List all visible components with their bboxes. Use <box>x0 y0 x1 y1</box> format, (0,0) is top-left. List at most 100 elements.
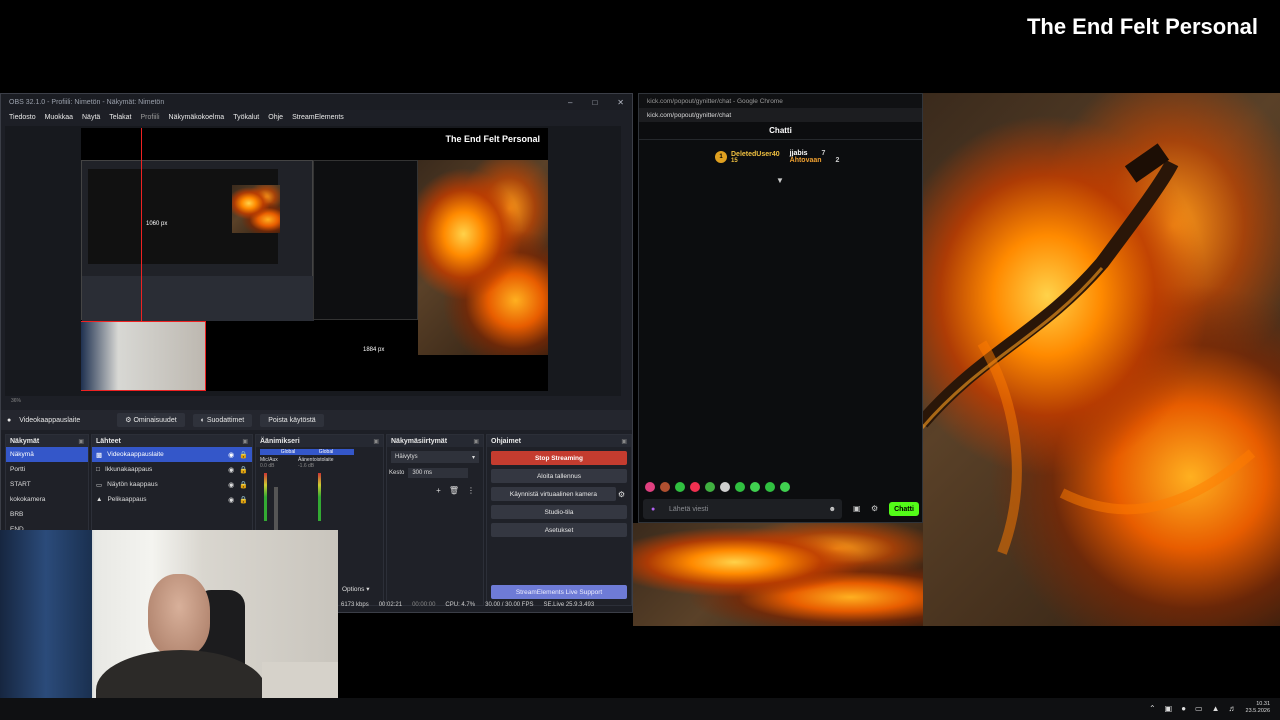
emoji-icon[interactable]: ☻ <box>829 506 836 513</box>
menu-streamelements[interactable]: StreamElements <box>292 114 344 121</box>
obs-preview[interactable]: The End Felt Personal 1060 px 1884 px <box>5 126 621 396</box>
input-placeholder: Lähetä viesti <box>669 505 709 513</box>
source-item[interactable]: ▩ Videokaappauslaite ◉ 🔒 <box>92 447 252 462</box>
scene-item[interactable]: kokokamera <box>6 492 88 507</box>
emote-icon[interactable] <box>780 482 790 492</box>
deactivate-button[interactable]: Poista käytöstä <box>260 413 324 427</box>
chevron-up-icon[interactable]: ⌃ <box>1149 704 1156 713</box>
source-item[interactable]: □ Ikkunakaappaus ◉ 🔒 <box>92 462 252 477</box>
scene-item[interactable]: START <box>6 477 88 492</box>
preview-canvas[interactable]: The End Felt Personal 1060 px 1884 px <box>81 128 548 391</box>
gift-icon[interactable]: ▣ <box>853 504 861 513</box>
network-icon[interactable]: ▣ <box>1165 704 1173 713</box>
selection-outline[interactable] <box>81 321 206 391</box>
chrome-urlbar[interactable]: kick.com/popout/gynitter/chat <box>639 108 922 122</box>
display-icon[interactable]: ▭ <box>1195 704 1203 713</box>
collapse-chevron-icon[interactable]: ▼ <box>776 176 784 185</box>
gifter-count: 2 <box>835 157 840 164</box>
studio-mode-button[interactable]: Studio-tila <box>491 505 627 519</box>
window-icon: □ <box>96 466 100 473</box>
scenes-dock-header: Näkymät ▣ <box>6 435 88 447</box>
undock-icon[interactable]: ▣ <box>473 438 479 445</box>
emote-icon[interactable] <box>735 482 745 492</box>
nested-chat-capture[interactable] <box>313 160 418 320</box>
mic-icon[interactable]: ● <box>1181 704 1186 713</box>
menu-profile[interactable]: Profiili <box>140 114 159 121</box>
scene-item[interactable]: BRB <box>6 507 88 522</box>
filters-button[interactable]: ◐ Suodattimet <box>192 413 253 427</box>
gifter-name: DeletedUser40 <box>731 150 780 158</box>
mic-icon[interactable]: ● <box>651 506 655 513</box>
lock-icon[interactable]: 🔒 <box>239 451 248 459</box>
stop-streaming-button[interactable]: Stop Streaming <box>491 451 627 465</box>
se-support-button[interactable]: StreamElements Live Support <box>491 585 627 599</box>
menu-scene-collection[interactable]: Näkymäkokoelma <box>169 114 225 121</box>
lock-icon[interactable]: 🔒 <box>239 496 248 504</box>
more-icon[interactable]: ⋮ <box>467 486 475 495</box>
rank-badge: 1 <box>715 151 727 163</box>
scene-item[interactable]: Portti <box>6 462 88 477</box>
lock-icon[interactable]: 🔒 <box>239 466 248 474</box>
emote-icon[interactable] <box>705 482 715 492</box>
channel-label: Global <box>298 449 354 455</box>
eye-icon[interactable]: ◉ <box>228 466 234 474</box>
menu-tools[interactable]: Työkalut <box>233 114 259 121</box>
trash-icon[interactable]: 🗑 <box>449 486 459 495</box>
chat-message-input[interactable]: ● Lähetä viesti ☻ <box>643 499 842 519</box>
gifter-1: 1 DeletedUser40 15 <box>715 150 780 164</box>
emote-icon[interactable] <box>675 482 685 492</box>
gear-icon[interactable]: ⚙ <box>618 490 625 499</box>
mixer-title: Äänimikseri <box>260 437 300 445</box>
menu-help[interactable]: Ohje <box>268 114 283 121</box>
source-toolbar: ● Videokaappauslaite ⚙ Ominaisuudet ◐ Su… <box>1 410 632 430</box>
eye-icon[interactable]: ◉ <box>228 451 234 459</box>
clock[interactable]: 10.31 23.5.2026 <box>1246 701 1270 715</box>
fps: 30.00 / 30.00 FPS <box>485 602 534 608</box>
volume-slider[interactable] <box>274 487 278 535</box>
mixer-options-button[interactable]: Options ▾ <box>342 585 369 593</box>
chat-title: Chatti <box>639 122 922 140</box>
wifi-icon[interactable]: ▲ <box>1212 704 1220 713</box>
transition-select[interactable]: Häivytys ▾ <box>391 451 479 463</box>
properties-button[interactable]: ⚙ Ominaisuudet <box>117 413 185 427</box>
emote-icon[interactable] <box>660 482 670 492</box>
menu-docks[interactable]: Telakat <box>109 114 131 121</box>
transitions-dock: Näkymäsiirtymät ▣ Häivytys ▾ Kesto 300 ms … <box>386 434 484 606</box>
undock-icon[interactable]: ▣ <box>242 438 248 445</box>
duration-input[interactable]: 300 ms <box>408 468 469 478</box>
scene-item[interactable]: Näkymä <box>6 447 88 462</box>
emote-icon[interactable] <box>690 482 700 492</box>
gear-icon[interactable]: ⚙ <box>871 504 878 513</box>
sources-title: Lähteet <box>96 437 121 445</box>
virtual-camera-button[interactable]: Käynnistä virtuaalinen kamera <box>491 487 616 501</box>
camera-icon: ▩ <box>96 451 103 459</box>
fire-guitar-artwork <box>922 93 1280 626</box>
menu-edit[interactable]: Muokkaa <box>45 114 73 121</box>
volume-icon[interactable]: ♬ <box>1229 704 1237 713</box>
emote-icon[interactable] <box>765 482 775 492</box>
cpu-usage: CPU: 4.7% <box>445 602 476 608</box>
curtain <box>0 530 92 720</box>
start-recording-button[interactable]: Aloita tallennus <box>491 469 627 483</box>
emote-icon[interactable] <box>720 482 730 492</box>
undock-icon[interactable]: ▣ <box>373 438 379 445</box>
lock-icon[interactable]: 🔒 <box>239 481 248 489</box>
add-icon[interactable]: + <box>436 486 441 495</box>
settings-button[interactable]: Asetukset <box>491 523 627 537</box>
emote-icon[interactable] <box>645 482 655 492</box>
emote-icon[interactable] <box>750 482 760 492</box>
nested-screen-capture[interactable]: 1060 px <box>81 160 314 321</box>
undock-icon[interactable]: ▣ <box>621 438 627 445</box>
undock-icon[interactable]: ▣ <box>78 438 84 445</box>
preview-zoom[interactable]: 36% <box>11 398 21 404</box>
minimize-icon[interactable]: – <box>568 98 572 107</box>
maximize-icon[interactable]: □ <box>592 98 597 107</box>
send-chat-button[interactable]: Chatti <box>889 502 919 516</box>
menu-file[interactable]: Tiedosto <box>9 114 36 121</box>
close-icon[interactable]: ✕ <box>617 98 624 107</box>
source-item[interactable]: ▭ Näytön kaappaus ◉ 🔒 <box>92 477 252 492</box>
eye-icon[interactable]: ◉ <box>228 481 234 489</box>
menu-view[interactable]: Näytä <box>82 114 100 121</box>
source-item[interactable]: ▲ Pelikaappaus ◉ 🔒 <box>92 492 252 507</box>
eye-icon[interactable]: ◉ <box>228 496 234 504</box>
